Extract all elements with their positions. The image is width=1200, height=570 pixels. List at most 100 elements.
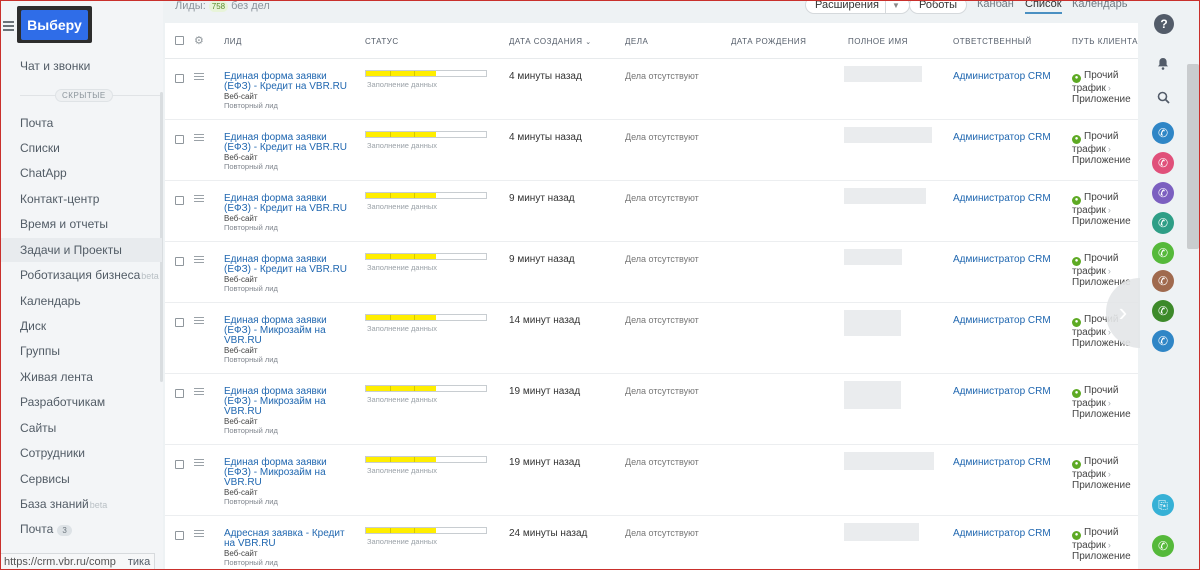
status-progress-bar[interactable]: [365, 70, 487, 77]
deals-status[interactable]: Дела отсутствуют: [625, 457, 699, 467]
chevron-down-icon[interactable]: ▼: [884, 0, 900, 14]
column-header-created[interactable]: ДАТА СОЗДАНИЯ ⌄: [509, 37, 592, 46]
drag-handle-icon[interactable]: [194, 388, 204, 397]
status-cell[interactable]: Заполнение данных: [365, 385, 487, 404]
call-contact-icon[interactable]: ✆: [1152, 182, 1174, 204]
status-progress-bar[interactable]: [365, 131, 487, 138]
menu-icon[interactable]: [3, 21, 14, 31]
row-checkbox[interactable]: [175, 135, 184, 144]
deals-status[interactable]: Дела отсутствуют: [625, 386, 699, 396]
drag-handle-icon[interactable]: [194, 256, 204, 265]
sidebar-item[interactable]: Живая лента: [20, 370, 93, 384]
hidden-section-label[interactable]: СКРЫТЫЕ: [55, 89, 113, 102]
column-header-lead[interactable]: ЛИД: [224, 37, 242, 46]
client-journey[interactable]: ● Прочий трафик › Приложение: [1072, 131, 1138, 166]
column-header-status[interactable]: СТАТУС: [365, 37, 399, 46]
row-checkbox[interactable]: [175, 74, 184, 83]
no-deals-label[interactable]: без дел: [231, 0, 270, 12]
table-row[interactable]: Единая форма заявки (ЕФЗ) - Микрозайм на…: [165, 303, 1138, 374]
status-cell[interactable]: Заполнение данных: [365, 314, 487, 333]
sidebar-item[interactable]: Списки: [20, 141, 60, 155]
status-progress-bar[interactable]: [365, 527, 487, 534]
sidebar-item[interactable]: База знанийbeta: [20, 497, 107, 511]
page-scrollbar[interactable]: [1187, 64, 1199, 249]
table-row[interactable]: Единая форма заявки (ЕФЗ) - Кредит на VB…: [165, 59, 1138, 120]
lead-title-link[interactable]: Единая форма заявки (ЕФЗ) - Кредит на VB…: [224, 194, 349, 214]
client-journey[interactable]: ● Прочий трафик › Приложение: [1072, 456, 1138, 491]
status-cell[interactable]: Заполнение данных: [365, 456, 487, 475]
lead-title-link[interactable]: Единая форма заявки (ЕФЗ) - Микрозайм на…: [224, 458, 349, 488]
table-row[interactable]: Адресная заявка - Кредит на VBR.RU Веб-са…: [165, 516, 1138, 570]
sidebar-item[interactable]: Разработчикам: [20, 395, 105, 409]
deals-status[interactable]: Дела отсутствуют: [625, 132, 699, 142]
responsible-link[interactable]: Администратор CRM: [953, 315, 1051, 326]
call-contact-icon[interactable]: ✆: [1152, 330, 1174, 352]
row-checkbox[interactable]: [175, 257, 184, 266]
column-header-fullname[interactable]: ПОЛНОЕ ИМЯ: [848, 37, 908, 46]
client-journey[interactable]: ● Прочий трафик › Приложение: [1072, 70, 1138, 105]
client-journey[interactable]: ● Прочий трафик › Приложение: [1072, 527, 1138, 562]
drag-handle-icon[interactable]: [194, 317, 204, 326]
status-progress-bar[interactable]: [365, 253, 487, 260]
lead-title-link[interactable]: Адресная заявка - Кредит на VBR.RU: [224, 529, 349, 549]
leads-count-badge[interactable]: 758: [208, 1, 229, 12]
responsible-link[interactable]: Администратор CRM: [953, 132, 1051, 143]
lead-title-link[interactable]: Единая форма заявки (ЕФЗ) - Кредит на VB…: [224, 255, 349, 275]
sidebar-item[interactable]: Календарь: [20, 294, 81, 308]
table-row[interactable]: Единая форма заявки (ЕФЗ) - Микрозайм на…: [165, 445, 1138, 516]
sidebar-item[interactable]: Сотрудники: [20, 446, 85, 460]
drag-handle-icon[interactable]: [194, 195, 204, 204]
responsible-link[interactable]: Администратор CRM: [953, 71, 1051, 82]
call-contact-icon[interactable]: ✆: [1152, 300, 1174, 322]
extensions-button[interactable]: Расширения ▼: [805, 0, 910, 14]
drag-handle-icon[interactable]: [194, 134, 204, 143]
call-contact-icon[interactable]: ✆: [1152, 270, 1174, 292]
lead-title-link[interactable]: Единая форма заявки (ЕФЗ) - Микрозайм на…: [224, 387, 349, 417]
select-all-checkbox[interactable]: [175, 36, 184, 45]
sidebar-item[interactable]: Сервисы: [20, 472, 70, 486]
column-header-birthdate[interactable]: ДАТА РОЖДЕНИЯ: [731, 37, 806, 46]
help-icon[interactable]: ?: [1154, 14, 1174, 34]
column-header-deals[interactable]: ДЕЛА: [625, 37, 648, 46]
row-checkbox[interactable]: [175, 531, 184, 540]
lead-title-link[interactable]: Единая форма заявки (ЕФЗ) - Кредит на VB…: [224, 133, 349, 153]
robots-button[interactable]: Роботы: [909, 0, 968, 14]
drag-handle-icon[interactable]: [194, 459, 204, 468]
tab-list[interactable]: Список: [1025, 0, 1062, 14]
gear-icon[interactable]: ⚙: [194, 34, 204, 47]
table-row[interactable]: Единая форма заявки (ЕФЗ) - Микрозайм на…: [165, 374, 1138, 445]
client-journey[interactable]: ● Прочий трафик › Приложение: [1072, 385, 1138, 420]
search-icon[interactable]: [1152, 89, 1174, 111]
lead-title-link[interactable]: Единая форма заявки (ЕФЗ) - Кредит на VB…: [224, 72, 349, 92]
sidebar-item[interactable]: Чат и звонки: [20, 59, 90, 73]
deals-status[interactable]: Дела отсутствуют: [625, 315, 699, 325]
row-checkbox[interactable]: [175, 460, 184, 469]
bell-icon[interactable]: [1152, 55, 1174, 77]
tab-kanban[interactable]: Канбан: [977, 0, 1014, 10]
row-checkbox[interactable]: [175, 318, 184, 327]
lead-title-link[interactable]: Единая форма заявки (ЕФЗ) - Микрозайм на…: [224, 316, 349, 346]
app-icon[interactable]: ⎘: [1152, 494, 1174, 516]
deals-status[interactable]: Дела отсутствуют: [625, 528, 699, 538]
status-progress-bar[interactable]: [365, 456, 487, 463]
status-cell[interactable]: Заполнение данных: [365, 192, 487, 211]
sidebar-item[interactable]: Сайты: [20, 421, 56, 435]
deals-status[interactable]: Дела отсутствуют: [625, 71, 699, 81]
responsible-link[interactable]: Администратор CRM: [953, 193, 1051, 204]
sidebar-item[interactable]: Почта: [20, 116, 53, 130]
table-row[interactable]: Единая форма заявки (ЕФЗ) - Кредит на VB…: [165, 181, 1138, 242]
status-cell[interactable]: Заполнение данных: [365, 253, 487, 272]
responsible-link[interactable]: Администратор CRM: [953, 528, 1051, 539]
responsible-link[interactable]: Администратор CRM: [953, 386, 1051, 397]
status-cell[interactable]: Заполнение данных: [365, 70, 487, 89]
drag-handle-icon[interactable]: [194, 73, 204, 82]
sidebar-item[interactable]: ChatApp: [20, 166, 67, 180]
sidebar-item[interactable]: Роботизация бизнесаbeta: [20, 268, 159, 282]
sidebar-item[interactable]: Время и отчеты: [20, 217, 108, 231]
status-progress-bar[interactable]: [365, 385, 487, 392]
logo[interactable]: Выбeру: [17, 6, 92, 43]
sidebar-item[interactable]: Диск: [20, 319, 46, 333]
client-journey[interactable]: ● Прочий трафик › Приложение: [1072, 192, 1138, 227]
status-cell[interactable]: Заполнение данных: [365, 131, 487, 150]
sidebar-item[interactable]: Задачи и Проекты: [0, 238, 162, 262]
